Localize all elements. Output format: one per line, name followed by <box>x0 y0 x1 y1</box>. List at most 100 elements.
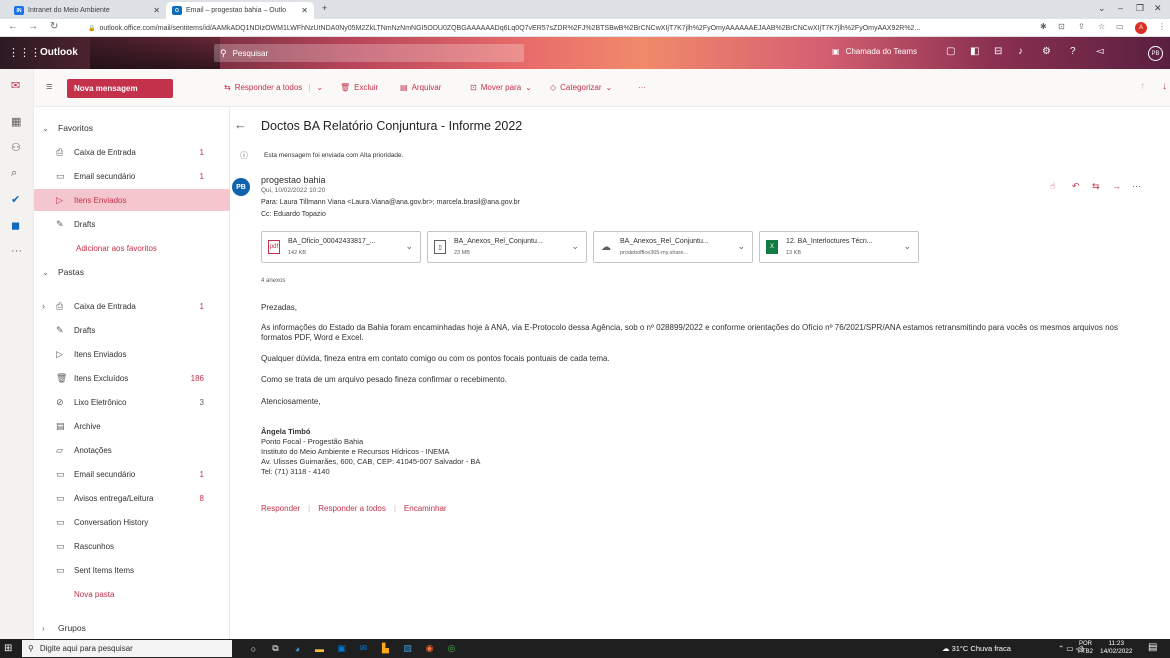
feedback-icon[interactable]: ◅ <box>1096 46 1104 57</box>
chevron-down-icon[interactable]: ⌄ <box>903 241 911 252</box>
next-message-icon[interactable]: ↓ <box>1162 81 1167 92</box>
forward-link[interactable]: Encaminhar <box>404 504 447 513</box>
folder-sent-items[interactable]: ▷ Itens Enviados <box>34 343 230 365</box>
share-icon[interactable]: ⇪ <box>1078 22 1085 31</box>
sticky-app-icon[interactable]: ▙ <box>379 642 392 655</box>
firefox-icon[interactable]: ◉ <box>423 642 436 655</box>
user-avatar[interactable]: PB <box>1148 46 1163 61</box>
outlook-brand[interactable]: Outlook <box>40 47 78 58</box>
favorite-drafts[interactable]: ✎ Drafts <box>34 213 230 235</box>
app-launcher-icon[interactable]: ⋮⋮⋮ <box>8 46 41 59</box>
groups-header[interactable]: › Grupos <box>34 617 230 639</box>
system-clock[interactable]: 11:23 14/02/2022 <box>1100 640 1133 656</box>
sidebar-icon[interactable]: ▭ <box>1116 22 1124 31</box>
onenote-icon[interactable]: ◧ <box>970 46 979 57</box>
teams-app-icon[interactable]: ◼ <box>11 219 20 232</box>
tab-search-icon[interactable]: ⌄ <box>1098 3 1106 14</box>
edge-icon[interactable]: ◕ <box>291 642 304 655</box>
attachment-card[interactable]: ☁ BA_Anexos_Rel_Conjuntu... prodeboffice… <box>593 231 753 263</box>
help-icon[interactable]: ? <box>1070 46 1076 57</box>
like-icon[interactable]: ☝ <box>1050 181 1055 192</box>
folder-rascunhos[interactable]: ▭ Rascunhos <box>34 535 230 557</box>
forward-icon[interactable]: → <box>28 21 38 32</box>
previous-message-icon[interactable]: ↑ <box>1140 81 1145 92</box>
todo-icon[interactable]: ✔ <box>11 193 20 206</box>
folder-deleted-items[interactable]: 🗑 Itens Excluídos 186 <box>34 367 230 389</box>
folder-avisos[interactable]: ▭ Avisos entrega/Leitura 8 <box>34 487 230 509</box>
chrome-icon[interactable]: ◎ <box>445 642 458 655</box>
attachment-card[interactable]: pdf BA_Oficio_00042433817_... 142 KB ⌄ <box>261 231 421 263</box>
bell-icon[interactable]: ♪ <box>1018 46 1023 57</box>
cast-icon[interactable]: ⊡ <box>1058 22 1065 31</box>
store-icon[interactable]: ▣ <box>335 642 348 655</box>
forward-icon[interactable]: → <box>1112 181 1121 191</box>
weather-widget[interactable]: ☁ 31°C Chuva fraca <box>942 644 1011 653</box>
language-indicator[interactable]: POR PTB2 <box>1078 640 1093 656</box>
chevron-down-icon[interactable]: ⌄ <box>316 83 323 92</box>
folders-header[interactable]: ⌄ Pastas <box>34 261 230 283</box>
new-folder-link[interactable]: Nova pasta <box>34 583 230 605</box>
hamburger-icon[interactable]: ≡ <box>46 81 52 93</box>
search-box[interactable]: ⚲ Pesquisar <box>214 44 524 62</box>
meet-now-icon[interactable]: ▢ <box>946 46 955 57</box>
folder-notes[interactable]: ▱ Anotações <box>34 439 230 461</box>
profile-avatar[interactable]: A <box>1135 22 1147 34</box>
task-view-icon[interactable]: ⧉ <box>269 642 282 655</box>
url-field[interactable]: 🔒 outlook.office.com/mail/sentitems/id/A… <box>88 22 988 34</box>
myday-icon[interactable]: ⊟ <box>994 46 1002 57</box>
delete-command[interactable]: 🗑 Excluir <box>340 83 378 92</box>
new-message-button[interactable]: Nova mensagem <box>67 79 173 98</box>
favorite-sent-items[interactable]: ▷ Itens Enviados <box>34 189 230 211</box>
file-explorer-icon[interactable]: ▬ <box>313 642 326 655</box>
move-to-command[interactable]: ⊡ Mover para ⌄ <box>470 83 532 92</box>
mail-app-icon[interactable]: ✉ <box>357 642 370 655</box>
attach-icon[interactable]: ⌕ <box>11 167 17 180</box>
photos-icon[interactable]: ▧ <box>401 642 414 655</box>
browser-tab-intranet[interactable]: IN Intranet do Meio Ambiente ✕ <box>8 2 166 19</box>
add-to-favorites-link[interactable]: Adicionar aos favoritos <box>34 237 230 259</box>
sender-avatar[interactable]: PB <box>232 178 250 196</box>
reply-all-command[interactable]: ⇆ Responder a todos | ⌄ <box>224 83 323 92</box>
chevron-down-icon[interactable]: ⌄ <box>737 241 745 252</box>
folder-email-secundario[interactable]: ▭ Email secundário 1 <box>34 463 230 485</box>
taskbar-search[interactable]: ⚲ Digite aqui para pesquisar <box>22 640 232 657</box>
browser-tab-outlook[interactable]: O Email – progestao bahia – Outlo ✕ <box>166 2 314 19</box>
folder-sent-items-items[interactable]: ▭ Sent Items Items <box>34 559 230 581</box>
favorite-inbox[interactable]: ⎙ Caixa de Entrada 1 <box>34 141 230 163</box>
teams-call-button[interactable]: ▣ Chamada do Teams <box>832 47 917 56</box>
notification-icon[interactable]: ▤ <box>1148 642 1157 653</box>
windows-start-icon[interactable]: ⊞ <box>4 643 12 654</box>
archive-command[interactable]: ▤ Arquivar <box>400 83 441 92</box>
folder-conversation-history[interactable]: ▭ Conversation History <box>34 511 230 533</box>
attachment-card[interactable]: X 12. BA_Interloctures Técn... 13 KB ⌄ <box>759 231 919 263</box>
chevron-down-icon[interactable]: ⌄ <box>405 241 413 252</box>
people-icon[interactable]: ⚇ <box>11 141 21 154</box>
reply-icon[interactable]: ↶ <box>1072 181 1080 192</box>
close-tab-icon[interactable]: ✕ <box>153 6 160 15</box>
favorite-email-secundario[interactable]: ▭ Email secundário 1 <box>34 165 230 187</box>
favorites-header[interactable]: ⌄ Favoritos <box>34 117 230 139</box>
cortana-icon[interactable]: ○ <box>247 642 260 655</box>
extension-icon[interactable]: ✱ <box>1040 22 1047 31</box>
more-apps-icon[interactable]: ··· <box>11 245 22 257</box>
categorize-command[interactable]: ◇ Categorizar ⌄ <box>550 83 612 92</box>
folder-junk[interactable]: ⊘ Lixo Eletrônico 3 <box>34 391 230 413</box>
attachment-card[interactable]: ▯ BA_Anexos_Rel_Conjuntu... 23 MB ⌄ <box>427 231 587 263</box>
maximize-button[interactable]: ❐ <box>1136 3 1144 14</box>
folder-inbox[interactable]: › ⎙ Caixa de Entrada 1 <box>34 295 230 317</box>
more-actions-icon[interactable]: ··· <box>1132 181 1141 191</box>
reload-icon[interactable]: ↻ <box>50 21 58 32</box>
back-arrow-icon[interactable]: ← <box>234 117 247 132</box>
minimize-button[interactable]: – <box>1118 3 1123 13</box>
menu-icon[interactable]: ⋮ <box>1158 22 1166 31</box>
folder-drafts[interactable]: ✎ Drafts <box>34 319 230 341</box>
folder-archive[interactable]: ▤ Archive <box>34 415 230 437</box>
gear-icon[interactable]: ⚙ <box>1042 46 1051 57</box>
back-icon[interactable]: ← <box>8 21 18 32</box>
mail-icon[interactable]: ✉ <box>11 79 20 92</box>
reply-all-icon[interactable]: ⇆ <box>1092 181 1100 192</box>
close-tab-icon[interactable]: ✕ <box>301 6 308 15</box>
close-window-button[interactable]: ✕ <box>1154 3 1162 14</box>
bookmark-star-icon[interactable]: ☆ <box>1098 22 1105 31</box>
chevron-right-icon[interactable]: › <box>42 301 45 311</box>
